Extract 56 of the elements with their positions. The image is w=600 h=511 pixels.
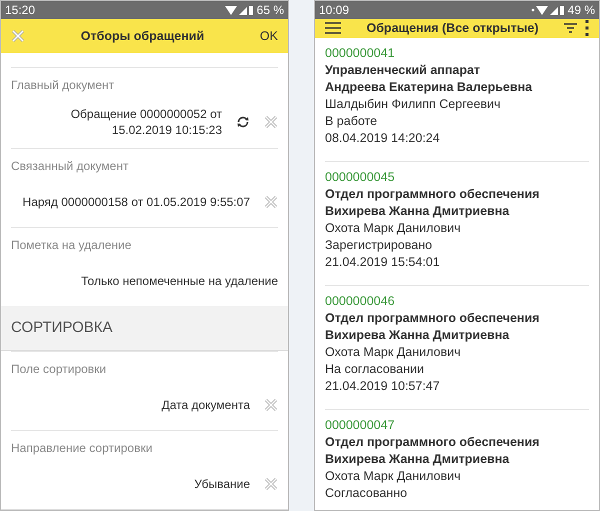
- refresh-icon[interactable]: [236, 115, 250, 130]
- list-item[interactable]: 0000000045 Отдел программного обеспечения Вихирева Жанна Дмитриевна Охота Марк Данилович Зарегистрировано 21.04.2019 15:54:01: [325, 160, 589, 285]
- field-value[interactable]: Только непомеченные на удаление: [81, 273, 278, 290]
- item-status: Согласованно: [325, 484, 408, 502]
- close-icon[interactable]: [264, 115, 278, 130]
- close-icon[interactable]: [11, 29, 25, 44]
- field-value[interactable]: Обращение 0000000052 от 15.02.2019 10:15:23: [11, 106, 222, 138]
- header-title: Обращения (Все открытые): [365, 20, 540, 37]
- close-icon[interactable]: [264, 195, 278, 210]
- item-author: Вихирева Жанна Дмитриевна: [325, 202, 510, 220]
- field-value[interactable]: Дата документа: [162, 397, 250, 413]
- filter-icon[interactable]: [564, 23, 577, 34]
- item-status: Зарегистрировано: [325, 236, 434, 254]
- item-executor: Шалдыбин Филипп Сергеевич: [325, 96, 502, 113]
- header-title: Отборы обращений: [80, 28, 204, 45]
- close-icon[interactable]: [264, 398, 278, 412]
- field-label: Направление сортировки: [11, 440, 154, 457]
- field-value[interactable]: Убывание: [194, 476, 250, 492]
- list-item[interactable]: 0000000046 Отдел программного обеспечения Вихирева Жанна Дмитриевна Охота Марк Данилович На согласовании 21.04.2019 10:57:47: [325, 284, 589, 409]
- close-icon[interactable]: [264, 477, 278, 491]
- item-author: Андреева Екатерина Валерьевна: [325, 78, 534, 96]
- list-item[interactable]: 0000000041 Управленческий аппарат Андреева Екатерина Валерьевна Шалдыбин Филипп Сергеевич В работе 08.04.2019 14:20:24: [325, 38, 589, 161]
- item-number: 0000000041: [325, 44, 396, 62]
- item-status: На согласовании: [325, 360, 425, 378]
- item-department: Отдел программного обеспечения: [325, 186, 540, 203]
- item-number: 0000000045: [325, 168, 396, 186]
- item-author: Вихирева Жанна Дмитриевна: [325, 326, 510, 344]
- battery-percent: 49 %: [568, 2, 595, 19]
- status-icons: [530, 4, 564, 16]
- field-label: Связанный документ: [11, 158, 130, 176]
- item-author: Вихирева Жанна Дмитриевна: [325, 450, 510, 468]
- item-number: 0000000046: [325, 292, 396, 310]
- status-time: 10:09: [319, 2, 350, 19]
- field-label: Главный документ: [11, 77, 116, 94]
- item-department: Отдел программного обеспечения: [325, 310, 540, 327]
- item-department: Отдел программного обеспечения: [325, 434, 540, 451]
- section-header: СОРТИРОВКА: [1, 306, 288, 351]
- item-date: 21.04.2019 10:57:47: [325, 378, 441, 395]
- item-executor: Охота Марк Данилович: [325, 468, 462, 485]
- ok-button[interactable]: OK: [260, 26, 278, 46]
- status-icons: [224, 4, 253, 16]
- item-date: 21.04.2019 15:54:01: [325, 254, 441, 271]
- menu-icon[interactable]: [325, 22, 341, 34]
- item-date: 08.04.2019 14:20:24: [325, 130, 441, 147]
- item-executor: Охота Марк Данилович: [325, 220, 462, 237]
- field-label: Поле сортировки: [11, 361, 108, 378]
- item-status: В работе: [325, 112, 378, 130]
- list-item[interactable]: 0000000047 Отдел программного обеспечения Вихирева Жанна Дмитриевна Охота Марк Данилович Согласованно: [325, 408, 589, 511]
- status-time: 15:20: [5, 2, 36, 19]
- item-department: Управленческий аппарат: [325, 62, 482, 79]
- item-number: 0000000047: [325, 416, 396, 434]
- battery-percent: 65 %: [256, 2, 284, 19]
- field-value[interactable]: Наряд 0000000158 от 01.05.2019 9:55:07: [22, 194, 250, 210]
- more-icon[interactable]: [585, 20, 589, 36]
- field-label: Пометка на удаление: [11, 237, 132, 254]
- item-executor: Охота Марк Данилович: [325, 344, 462, 361]
